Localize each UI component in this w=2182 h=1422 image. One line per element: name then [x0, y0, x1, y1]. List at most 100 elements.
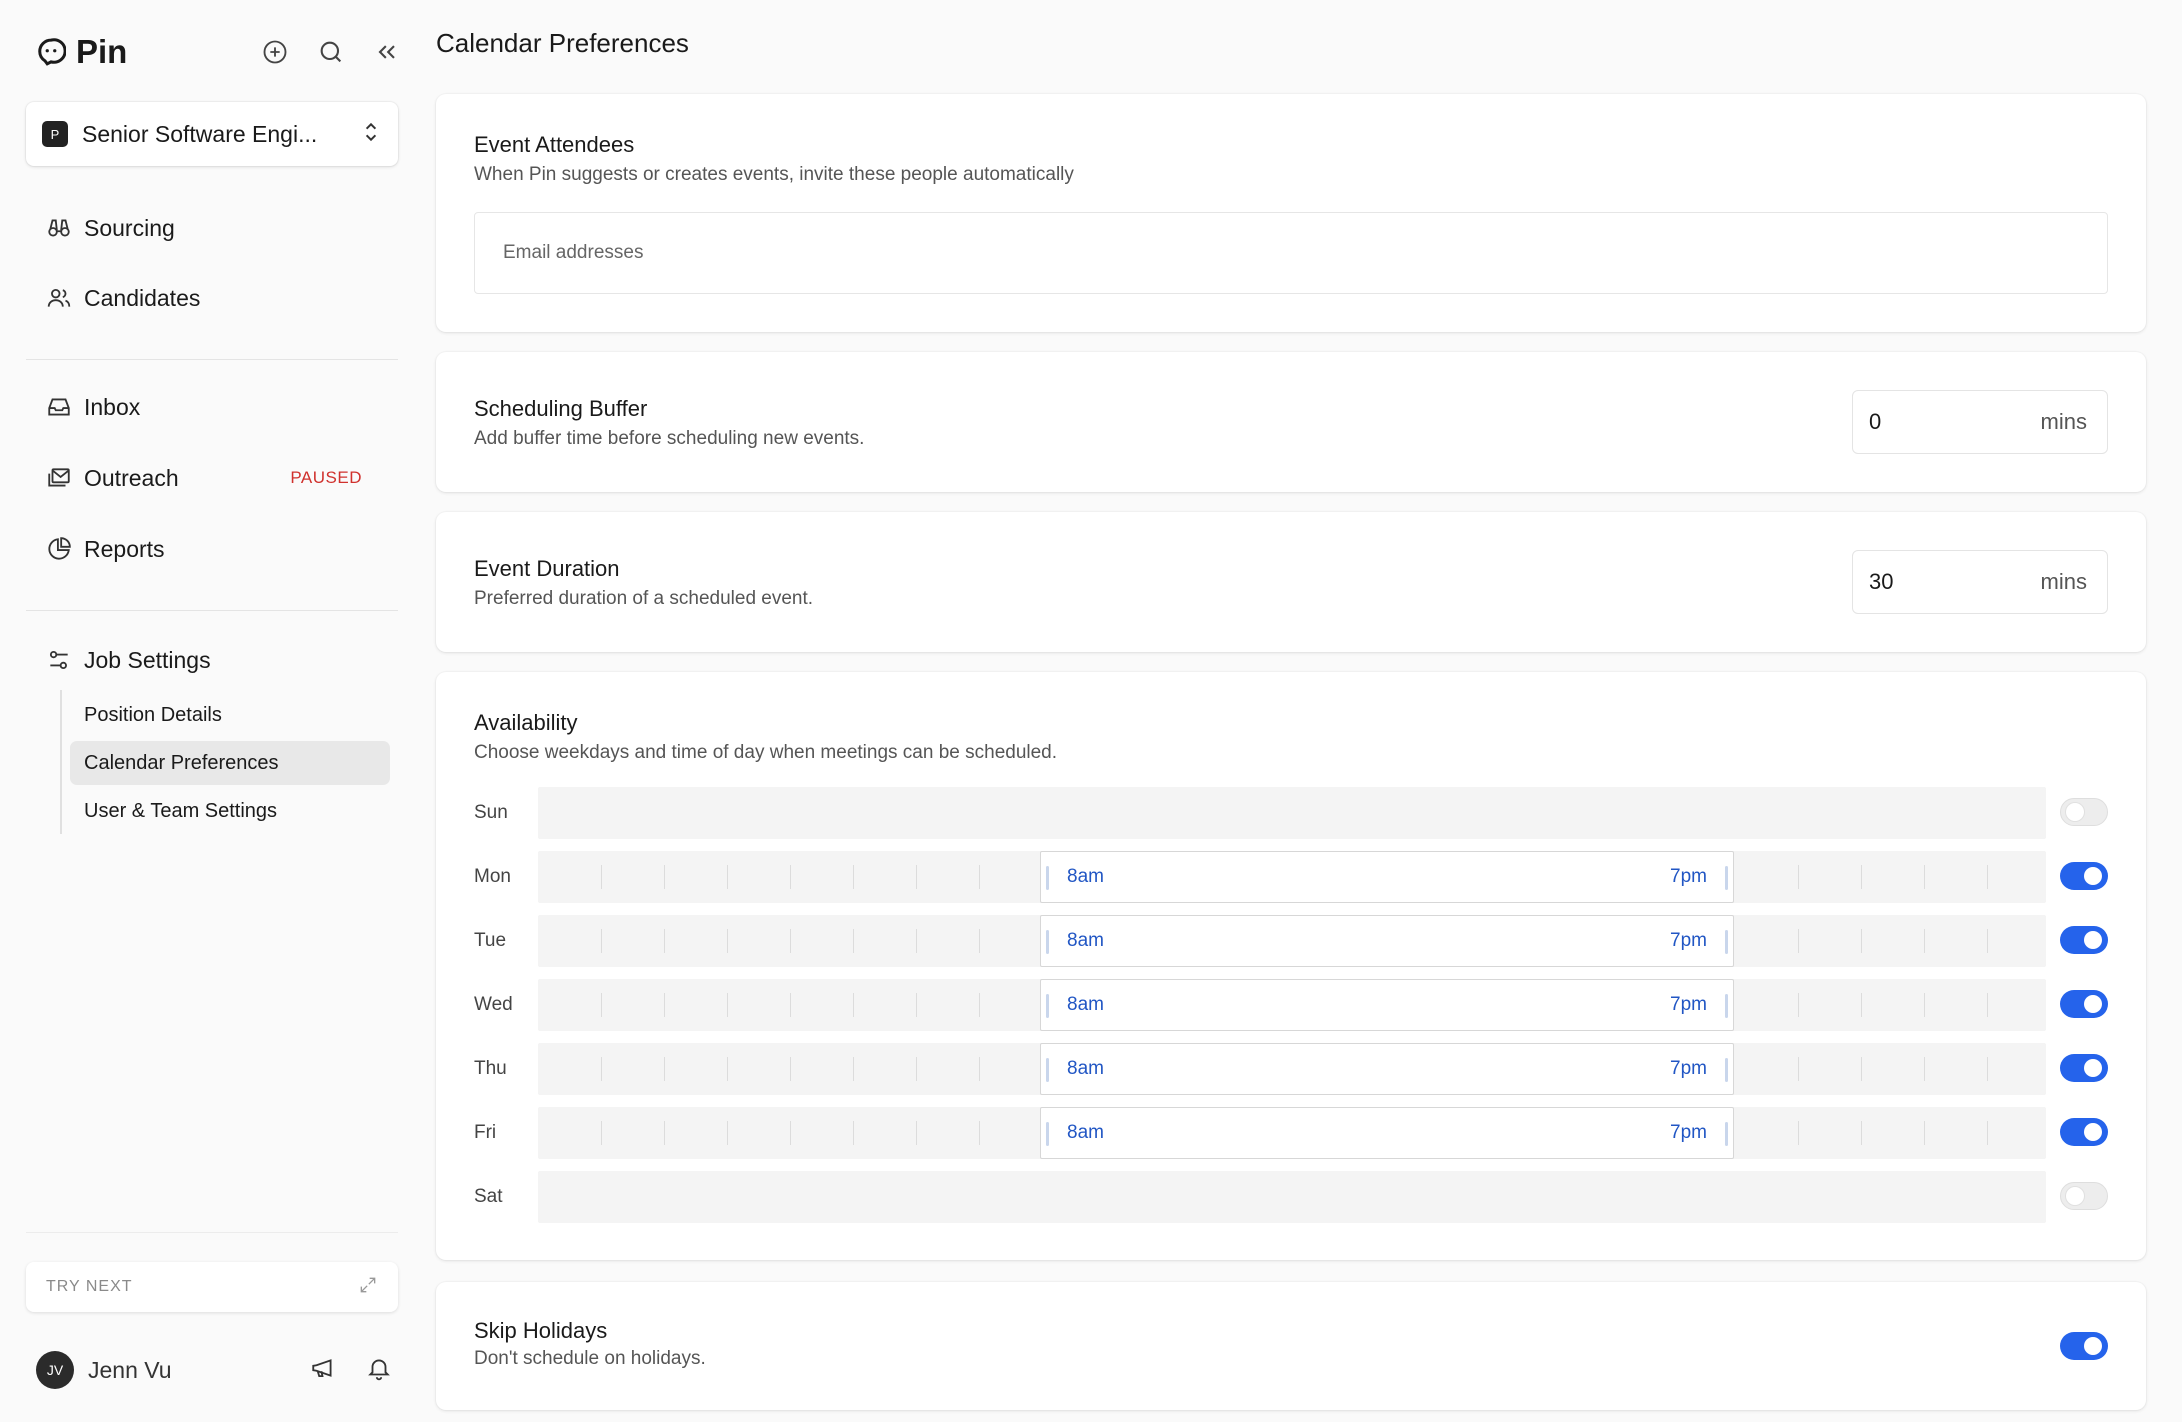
buffer-minutes-input[interactable] [1869, 409, 1989, 435]
event-duration-card: Event Duration Preferred duration of a s… [436, 512, 2146, 652]
range-end-handle[interactable] [1725, 1122, 1728, 1146]
time-range[interactable]: 8am 7pm [1040, 979, 1734, 1031]
job-selector[interactable]: P Senior Software Engi... [26, 102, 398, 166]
duration-minutes-field[interactable]: mins [1852, 550, 2108, 614]
expand-icon[interactable] [358, 1275, 378, 1300]
card-description: Preferred duration of a scheduled event. [474, 588, 814, 609]
hour-tick [853, 929, 854, 953]
day-toggle-fri[interactable] [2060, 1118, 2108, 1146]
sidebar-item-candidates[interactable]: Candidates [30, 274, 390, 322]
time-track[interactable]: 8am 7pm [538, 1043, 2046, 1095]
range-end-handle[interactable] [1725, 930, 1728, 954]
sidebar-item-label: Reports [84, 535, 165, 562]
sidebar-item-reports[interactable]: Reports [30, 525, 390, 573]
search-button[interactable] [316, 37, 346, 67]
range-end-handle[interactable] [1725, 866, 1728, 890]
toggle-knob [2066, 803, 2084, 821]
time-range[interactable]: 8am 7pm [1040, 915, 1734, 967]
email-addresses-input[interactable] [474, 212, 2108, 294]
sidebar-item-label: Inbox [84, 393, 141, 420]
sub-nav-calendar-preferences[interactable]: Calendar Preferences [70, 741, 390, 785]
day-label: Fri [474, 1122, 497, 1143]
app-logo[interactable]: Pin [36, 33, 127, 71]
duration-minutes-input[interactable] [1869, 569, 1989, 595]
sidebar-item-inbox[interactable]: Inbox [30, 383, 390, 431]
collapse-sidebar-button[interactable] [372, 37, 402, 67]
hour-tick [853, 1121, 854, 1145]
notifications-button[interactable] [366, 1355, 392, 1386]
hour-tick [1861, 865, 1862, 889]
sub-nav-position-details[interactable]: Position Details [70, 693, 390, 737]
skip-holidays-toggle[interactable] [2060, 1332, 2108, 1360]
hour-tick [979, 929, 980, 953]
card-title: Skip Holidays [474, 1318, 608, 1343]
range-start-time: 8am [1067, 930, 1104, 951]
mail-stack-icon [48, 468, 70, 487]
range-end-handle[interactable] [1725, 994, 1728, 1018]
add-button[interactable] [260, 37, 290, 67]
sidebar-item-outreach[interactable]: Outreach PAUSED [30, 454, 390, 502]
hour-tick [790, 1057, 791, 1081]
day-row-fri: Fri 8am 7pm [474, 1107, 2108, 1159]
hour-tick [1861, 1121, 1862, 1145]
event-attendees-card: Event Attendees When Pin suggests or cre… [436, 94, 2146, 332]
time-track[interactable]: 8am 7pm [538, 1107, 2046, 1159]
day-toggle-tue[interactable] [2060, 926, 2108, 954]
hour-tick [1987, 865, 1988, 889]
card-description: Add buffer time before scheduling new ev… [474, 428, 865, 449]
card-description: Choose weekdays and time of day when mee… [474, 742, 1058, 763]
hour-tick [727, 1121, 728, 1145]
range-start-handle[interactable] [1046, 1058, 1049, 1082]
time-track[interactable]: 8am 7pm [538, 851, 2046, 903]
day-toggle-thu[interactable] [2060, 1054, 2108, 1082]
hour-tick [979, 993, 980, 1017]
time-range[interactable]: 8am 7pm [1040, 851, 1734, 903]
range-start-time: 8am [1067, 1122, 1104, 1143]
buffer-minutes-field[interactable]: mins [1852, 390, 2108, 454]
range-end-time: 7pm [1670, 930, 1707, 951]
hour-tick [916, 865, 917, 889]
hour-tick [1924, 1057, 1925, 1081]
announcements-button[interactable] [310, 1355, 336, 1386]
range-start-handle[interactable] [1046, 866, 1049, 890]
time-track[interactable]: 8am 7pm [538, 979, 2046, 1031]
day-row-sun: Sun [474, 787, 2108, 839]
sub-nav-label: User & Team Settings [84, 799, 278, 822]
hour-tick [853, 865, 854, 889]
day-toggle-sun[interactable] [2060, 798, 2108, 826]
toggle-knob [2084, 867, 2102, 885]
time-track[interactable]: 8am 7pm [538, 915, 2046, 967]
day-label: Wed [474, 994, 513, 1015]
card-title: Availability [474, 710, 578, 735]
sidebar-item-sourcing[interactable]: Sourcing [30, 204, 390, 252]
time-range[interactable]: 8am 7pm [1040, 1043, 1734, 1095]
binoculars-icon [48, 219, 70, 237]
day-toggle-sat[interactable] [2060, 1182, 2108, 1210]
range-end-handle[interactable] [1725, 1058, 1728, 1082]
day-label: Tue [474, 930, 507, 951]
hour-tick [1798, 1057, 1799, 1081]
paused-badge: PAUSED [290, 468, 362, 487]
hour-tick [916, 1057, 917, 1081]
range-start-handle[interactable] [1046, 1122, 1049, 1146]
hour-tick [916, 929, 917, 953]
hour-tick [979, 1121, 980, 1145]
sidebar: Pin P Senior Software Engi... Sourcing C… [0, 0, 418, 1422]
sidebar-header: Pin [36, 30, 402, 74]
sidebar-item-label: Sourcing [84, 214, 175, 241]
hour-tick [916, 993, 917, 1017]
sidebar-divider [26, 1232, 398, 1233]
sub-nav-user-team-settings[interactable]: User & Team Settings [70, 789, 390, 833]
time-range[interactable]: 8am 7pm [1040, 1107, 1734, 1159]
hour-tick [664, 1057, 665, 1081]
user-name[interactable]: Jenn Vu [88, 1357, 172, 1384]
sidebar-item-job-settings[interactable]: Job Settings [30, 636, 390, 684]
day-toggle-mon[interactable] [2060, 862, 2108, 890]
try-next-panel[interactable]: TRY NEXT [26, 1262, 398, 1312]
range-start-handle[interactable] [1046, 930, 1049, 954]
avatar[interactable]: JV [36, 1351, 74, 1389]
range-start-handle[interactable] [1046, 994, 1049, 1018]
hour-tick [1987, 1057, 1988, 1081]
day-toggle-wed[interactable] [2060, 990, 2108, 1018]
settings-sliders-icon [49, 650, 68, 670]
